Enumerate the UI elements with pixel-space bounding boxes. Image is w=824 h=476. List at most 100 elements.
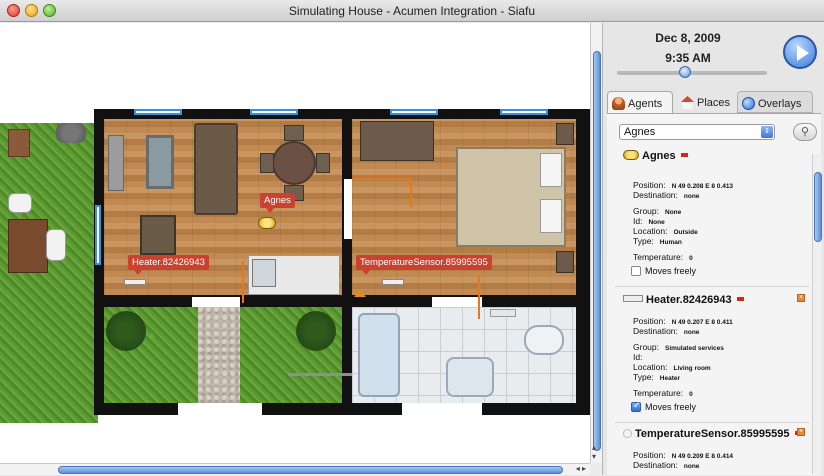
sensor-map-label[interactable]: TemperatureSensor.85995595: [356, 255, 492, 275]
map-horizontal-scrollbar[interactable]: ◂ ▸: [0, 463, 590, 475]
card-divider: [615, 286, 809, 287]
time-slider[interactable]: [617, 71, 767, 75]
door-bedroom: [344, 179, 352, 239]
simulation-map[interactable]: Agnes Heater.82426943 TemperatureSensor.…: [0, 23, 590, 463]
sim-date: Dec 8, 2009: [655, 31, 721, 45]
position-label: Position:: [633, 180, 666, 190]
map-vertical-scrollbar[interactable]: ▴ ▾: [590, 23, 602, 463]
sensor-marker-icon: [354, 289, 366, 297]
garden-left: [0, 123, 98, 423]
destination-value: none: [683, 463, 700, 470]
coffee-table-icon: [146, 135, 174, 189]
agnes-map-label[interactable]: Agnes: [260, 193, 295, 213]
horizontal-scroll-thumb[interactable]: [58, 466, 563, 474]
bush-icon: [106, 311, 146, 351]
garden-chair-icon: [46, 229, 66, 261]
sensor-range-line: [478, 275, 480, 319]
agent-card-heater: Heater.82426943 × Position: N 49 0.207 E …: [615, 294, 809, 434]
gravel-path-inner: [198, 307, 240, 403]
vertical-scroll-thumb[interactable]: [593, 51, 601, 451]
tab-places-label: Places: [697, 97, 731, 109]
agent-name: Heater.82426943: [646, 294, 732, 306]
id-row: Id: None: [633, 216, 665, 226]
location-label: Location:: [633, 226, 668, 236]
globe-icon: [742, 97, 755, 110]
nightstand-icon: [556, 123, 574, 145]
moves-freely-checkbox[interactable]: Moves freely: [631, 400, 696, 412]
hose-icon: [288, 373, 352, 376]
position-value: N 49 0.207 E 8 0.411: [671, 319, 733, 326]
id-value: None: [648, 219, 665, 226]
scroll-arrows-icon[interactable]: ▴ ▾: [592, 443, 596, 461]
bath-shelf-icon: [490, 309, 516, 317]
id-row: Id:: [633, 352, 648, 362]
agent-card-title[interactable]: TemperatureSensor.85995595: [623, 428, 802, 440]
card-divider: [615, 422, 809, 423]
panel-tabs: Agents Places Overlays: [607, 91, 821, 113]
status-indicator: [680, 153, 688, 157]
sensor-range-line: [352, 178, 412, 180]
select-arrows-icon[interactable]: ⇕: [761, 126, 773, 138]
door-bottom-left: [192, 297, 240, 307]
close-card-icon[interactable]: ×: [797, 428, 805, 436]
group-row: Group: Simulated services: [633, 342, 724, 352]
tab-agents-label: Agents: [628, 98, 663, 110]
position-label: Position:: [633, 316, 666, 326]
heater-icon: [124, 279, 146, 285]
person-icon: [612, 97, 625, 110]
agent-list-scroll-thumb[interactable]: [814, 172, 822, 242]
moves-freely-checkbox[interactable]: Moves freely: [631, 266, 696, 276]
agent-select[interactable]: Agnes ⇕: [619, 124, 775, 140]
dining-table-icon: [272, 141, 316, 185]
nightstand-icon: [556, 251, 574, 273]
shelf-icon: [108, 135, 124, 191]
type-label: Type:: [633, 372, 654, 382]
type-label: Type:: [633, 236, 654, 246]
tab-overlays[interactable]: Overlays: [737, 91, 813, 113]
moves-freely-label: Moves freely: [645, 266, 697, 276]
garden-table-icon: [8, 219, 48, 273]
bathtub-icon: [358, 313, 400, 397]
destination-value: none: [683, 329, 700, 336]
destination-row: Destination: none: [633, 326, 699, 336]
search-button[interactable]: ⚲: [793, 123, 817, 141]
agent-card-title[interactable]: Heater.82426943: [623, 294, 744, 306]
sim-time: 9:35 AM: [665, 51, 711, 65]
heater-device-icon: [623, 295, 643, 302]
title-bar: Simulating House - Acumen Integration - …: [0, 0, 824, 22]
position-value: N 49 0.208 E 8 0.413: [671, 183, 734, 190]
dresser-icon: [360, 121, 434, 161]
position-row: Position: N 49 0.208 E 8 0.413: [633, 180, 733, 190]
temperature-row: Temperature: 0: [633, 252, 693, 262]
garden-chair-icon: [8, 193, 32, 213]
position-row: Position: N 49 0.209 E 8 0.414: [633, 450, 733, 460]
window-top-4: [500, 109, 548, 115]
agent-list-scrollbar[interactable]: [812, 154, 822, 474]
pillow-icon: [540, 153, 562, 187]
heater-map-label[interactable]: Heater.82426943: [128, 255, 209, 275]
window-left: [95, 205, 101, 265]
time-slider-knob[interactable]: [678, 66, 691, 78]
close-card-icon[interactable]: ×: [797, 294, 805, 302]
checkbox-checked-icon[interactable]: [631, 400, 641, 412]
scroll-arrows-icon[interactable]: ◂ ▸: [576, 464, 586, 473]
play-button[interactable]: [783, 35, 817, 69]
tab-agents[interactable]: Agents: [607, 91, 673, 113]
agents-tab-body: Agnes ⇕ ⚲ Agnes ▫ Position:N 49 0.208 E …: [607, 113, 822, 475]
rocks-icon: [56, 123, 86, 143]
agent-card-title[interactable]: Agnes: [623, 150, 688, 162]
id-label: Id:: [633, 352, 643, 362]
agent-select-value: Agnes: [624, 126, 656, 138]
type-value: Heater: [659, 375, 681, 382]
window-title: Simulating House - Acumen Integration - …: [288, 4, 536, 18]
group-row: Group: None: [633, 206, 681, 216]
temperature-label: Temperature:: [633, 252, 684, 262]
destination-row: Destination: none: [633, 190, 699, 200]
agent-marker-icon: [623, 150, 639, 160]
group-value: Simulated services: [665, 345, 724, 352]
tab-places[interactable]: Places: [677, 91, 737, 113]
type-row: Type: Human: [633, 236, 682, 246]
sofa-icon: [194, 123, 238, 215]
agnes-agent-marker[interactable]: [258, 217, 276, 229]
checkbox-unchecked-icon[interactable]: [631, 266, 641, 276]
